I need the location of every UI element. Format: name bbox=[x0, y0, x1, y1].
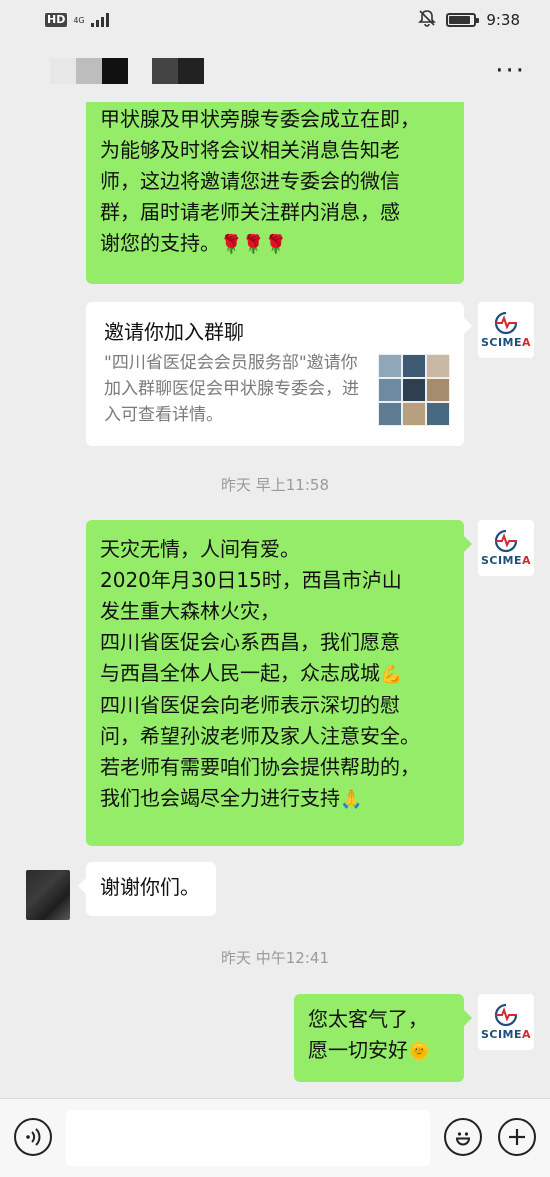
emoji-icon[interactable] bbox=[444, 1118, 482, 1156]
message-line: 问，希望孙波老师及家人注意安全。 bbox=[100, 724, 420, 748]
input-bar bbox=[0, 1098, 550, 1177]
rose-emoji: 🌹🌹🌹 bbox=[220, 234, 288, 255]
message-bubble[interactable]: 您太客气了， 愿一切安好🌞 bbox=[294, 994, 472, 1082]
scimea-logo-text: SCIMEA bbox=[480, 336, 532, 349]
group-invite-card[interactable]: 邀请你加入群聊 "四川省医促会会员服务部"邀请你加入群聊医促会甲状腺专委会，进入… bbox=[86, 302, 472, 446]
network-type: 4G bbox=[73, 15, 85, 25]
hd-icon: HD bbox=[45, 13, 68, 27]
plus-icon[interactable] bbox=[498, 1118, 536, 1156]
message-line: 四川省医促会心系西昌，我们愿意 bbox=[100, 630, 400, 654]
message-line: 与西昌全体人民一起，众志成城 bbox=[100, 661, 380, 685]
scimea-logo-text: SCIMEA bbox=[480, 1028, 532, 1041]
sender-avatar[interactable]: SCIMEA bbox=[478, 520, 534, 576]
group-avatar-thumbnail bbox=[378, 354, 450, 426]
message-bubble[interactable]: 甲状腺及甲状旁腺专委会成立在即， 为能够及时将会议相关消息告知老 师，这边将邀请… bbox=[86, 102, 464, 284]
scimea-logo-icon bbox=[494, 529, 518, 553]
clock: 9:38 bbox=[486, 11, 520, 29]
message-line: 甲状腺及甲状旁腺专委会成立在即， bbox=[100, 107, 420, 131]
invite-card-title: 邀请你加入群聊 bbox=[104, 320, 244, 344]
message-line: 愿一切安好 bbox=[308, 1038, 408, 1062]
invite-card-description: "四川省医促会会员服务部"邀请你加入群聊医促会甲状腺专委会，进入可查看详情。 bbox=[104, 353, 359, 425]
status-bar: HD 4G 9:38 bbox=[0, 0, 550, 40]
sender-avatar[interactable]: SCIMEA bbox=[478, 302, 534, 358]
scimea-logo-icon bbox=[494, 311, 518, 335]
sun-emoji: 🌞 bbox=[408, 1041, 431, 1062]
chat-header: ··· bbox=[0, 40, 550, 102]
scimea-logo-icon bbox=[494, 1003, 518, 1027]
contact-avatar[interactable] bbox=[26, 870, 70, 920]
muscle-emoji: 💪 bbox=[380, 664, 403, 685]
message-timestamp: 昨天 中午12:41 bbox=[221, 949, 329, 967]
message-input[interactable] bbox=[66, 1110, 430, 1166]
message-line: 若老师有需要咱们协会提供帮助的， bbox=[100, 755, 420, 779]
message-line: 谢谢你们。 bbox=[100, 875, 200, 899]
scimea-logo-text: SCIMEA bbox=[480, 554, 532, 567]
message-line: 天灾无情，人间有爱。 bbox=[100, 537, 300, 561]
message-bubble[interactable]: 天灾无情，人间有爱。 2020年月30日15时，西昌市泸山 发生重大森林火灾， … bbox=[86, 520, 472, 846]
sender-avatar[interactable]: SCIMEA bbox=[478, 994, 534, 1050]
pray-emoji: 🙏 bbox=[340, 789, 363, 810]
message-line: 我们也会竭尽全力进行支持 bbox=[100, 786, 340, 810]
more-button[interactable]: ··· bbox=[495, 58, 526, 84]
message-list[interactable]: 甲状腺及甲状旁腺专委会成立在即， 为能够及时将会议相关消息告知老 师，这边将邀请… bbox=[0, 102, 550, 1098]
message-line: 您太客气了， bbox=[308, 1007, 428, 1031]
mute-icon bbox=[418, 9, 437, 31]
voice-icon[interactable] bbox=[14, 1118, 52, 1156]
message-line: 四川省医促会向老师表示深切的慰 bbox=[100, 693, 400, 717]
message-line: 谢您的支持。 bbox=[100, 231, 220, 255]
message-line: 群，届时请老师关注群内消息，感 bbox=[100, 200, 400, 224]
message-line: 师，这边将邀请您进专委会的微信 bbox=[100, 169, 400, 193]
message-line: 发生重大森林火灾， bbox=[100, 599, 280, 623]
message-bubble[interactable]: 谢谢你们。 bbox=[78, 862, 216, 916]
message-timestamp: 昨天 早上11:58 bbox=[221, 476, 329, 494]
signal-icon bbox=[90, 13, 109, 27]
message-line: 为能够及时将会议相关消息告知老 bbox=[100, 138, 400, 162]
message-line: 2020年月30日15时，西昌市泸山 bbox=[100, 568, 402, 592]
battery-icon bbox=[446, 13, 480, 27]
chat-title-blurred bbox=[50, 58, 204, 84]
